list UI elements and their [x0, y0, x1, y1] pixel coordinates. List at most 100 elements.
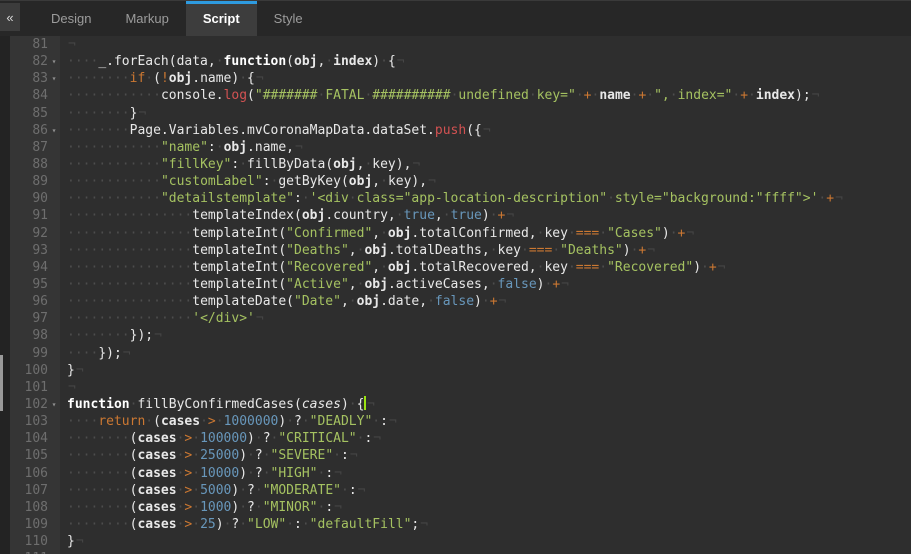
code-line[interactable]: 85········}¬ — [10, 105, 911, 122]
fold-arrow-icon[interactable]: ▾ — [48, 70, 60, 87]
fold-arrow-icon[interactable]: ▾ — [48, 53, 60, 70]
fold-spacer — [48, 345, 60, 362]
left-scrollbar-thumb[interactable] — [0, 355, 3, 411]
code-line[interactable]: 98········});¬ — [10, 327, 911, 344]
text-cursor — [364, 396, 366, 410]
line-number: 95 — [10, 276, 48, 293]
code-line[interactable]: 97················'</div>'¬ — [10, 310, 911, 327]
code-line-content: ················templateDate("Date",·obj… — [60, 293, 506, 310]
line-number: 109 — [10, 516, 48, 533]
code-line-content: ········(cases·>·10000)·?·"HIGH"·:¬ — [60, 465, 342, 482]
tab-style[interactable]: Style — [257, 1, 320, 36]
fold-spacer — [48, 139, 60, 156]
code-line-content: ················templateInt("Recovered",… — [60, 259, 726, 276]
code-line[interactable]: 106········(cases·>·10000)·?·"HIGH"·:¬ — [10, 465, 911, 482]
tab-script[interactable]: Script — [186, 1, 257, 36]
collapse-panel-button[interactable]: « — [0, 3, 20, 31]
code-line[interactable]: 96················templateDate("Date",·o… — [10, 293, 911, 310]
code-line[interactable]: 88············"fillKey":·fillByData(obj,… — [10, 156, 911, 173]
end-of-line-mark: ¬ — [506, 208, 514, 223]
code-line-content: ············"customLabel":·getByKey(obj,… — [60, 173, 436, 190]
line-number: 108 — [10, 499, 48, 516]
line-number: 90 — [10, 190, 48, 207]
code-line-content: ····_.forEach(data,·function(obj,·index)… — [60, 53, 405, 70]
code-line[interactable]: 102▾function·fillByConfirmedCases(cases)… — [10, 396, 911, 413]
code-line[interactable]: 101 ¬ — [10, 379, 911, 396]
code-line-content: ¬ — [60, 550, 76, 554]
end-of-line-mark: ¬ — [397, 54, 405, 69]
end-of-line-mark: ¬ — [647, 243, 655, 258]
line-number: 88 — [10, 156, 48, 173]
code-line[interactable]: 108········(cases·>·1000)·?·"MINOR"·:¬ — [10, 499, 911, 516]
code-line-content: }¬ — [60, 362, 84, 379]
code-line[interactable]: 84············console.log("#######·FATAL… — [10, 87, 911, 104]
code-line-content: ············"detailstemplate":·'<div·cla… — [60, 190, 843, 207]
code-line[interactable]: 103····return·(cases·>·1000000)·?·"DEADL… — [10, 413, 911, 430]
code-line[interactable]: 94················templateInt("Recovered… — [10, 259, 911, 276]
end-of-line-mark: ¬ — [76, 534, 84, 549]
end-of-line-mark: ¬ — [334, 500, 342, 515]
end-of-line-mark: ¬ — [256, 311, 264, 326]
code-line-content: ····});¬ — [60, 345, 131, 362]
code-line-content: ¬ — [60, 36, 76, 53]
code-editor[interactable]: 81¬82▾····_.forEach(data,·function(obj,·… — [10, 36, 911, 554]
end-of-line-mark: ¬ — [367, 397, 375, 412]
editor-body: 81¬82▾····_.forEach(data,·function(obj,·… — [0, 36, 911, 554]
end-of-line-mark: ¬ — [256, 71, 264, 86]
code-line-content: ········if·(!obj.name)·{¬ — [60, 70, 264, 87]
code-line-content: ········(cases·>·100000)·?·"CRITICAL"·:¬ — [60, 430, 381, 447]
fold-spacer — [48, 482, 60, 499]
line-number: 85 — [10, 105, 48, 122]
fold-spacer — [48, 413, 60, 430]
fold-spacer — [48, 533, 60, 550]
code-line[interactable]: 91················templateIndex(obj.coun… — [10, 207, 911, 224]
fold-spacer — [48, 156, 60, 173]
code-line[interactable]: 107········(cases·>·5000)·?·"MODERATE"·:… — [10, 482, 911, 499]
line-number: 105 — [10, 447, 48, 464]
end-of-line-mark: ¬ — [76, 363, 84, 378]
line-number: 97 — [10, 310, 48, 327]
code-line[interactable]: 86▾········Page.Variables.mvCoronaMapDat… — [10, 122, 911, 139]
code-line[interactable]: 95 ················templateInt("Active",·… — [10, 276, 911, 293]
code-line-content: ················templateInt("Active",·ob… — [60, 276, 569, 293]
code-line-content: ············"name":·obj.name,¬ — [60, 139, 303, 156]
code-line[interactable]: 92················templateInt("Confirmed… — [10, 225, 911, 242]
fold-spacer — [48, 293, 60, 310]
fold-spacer — [48, 362, 60, 379]
code-line[interactable]: 87············"name":·obj.name,¬ — [10, 139, 911, 156]
code-line[interactable]: 111¬ — [10, 550, 911, 554]
line-number: 82 — [10, 53, 48, 70]
end-of-line-mark: ¬ — [358, 483, 366, 498]
line-number: 100 — [10, 362, 48, 379]
fold-spacer — [48, 499, 60, 516]
fold-spacer — [48, 276, 60, 293]
code-line[interactable]: 104········(cases·>·100000)·?·"CRITICAL"… — [10, 430, 911, 447]
end-of-line-mark: ¬ — [812, 88, 820, 103]
code-line[interactable]: 82▾····_.forEach(data,·function(obj,·ind… — [10, 53, 911, 70]
fold-arrow-icon[interactable]: ▾ — [48, 122, 60, 139]
line-number: 101 — [10, 379, 48, 396]
code-line[interactable]: 83▾········if·(!obj.name)·{¬ — [10, 70, 911, 87]
code-line[interactable]: 100 }¬ — [10, 362, 911, 379]
end-of-line-mark: ¬ — [334, 466, 342, 481]
code-line[interactable]: 99····});¬ — [10, 345, 911, 362]
code-line[interactable]: 93················templateInt("Deaths",·… — [10, 242, 911, 259]
fold-spacer — [48, 447, 60, 464]
code-line[interactable]: 105········(cases·>·25000)·?·"SEVERE"·:¬ — [10, 447, 911, 464]
code-line[interactable]: 90 ············"detailstemplate":·'<div·c… — [10, 190, 911, 207]
code-line[interactable]: 109········(cases·>·25)·?·"LOW"·:·"defau… — [10, 516, 911, 533]
code-line-content: ········});¬ — [60, 327, 162, 344]
line-number: 89 — [10, 173, 48, 190]
code-line-content: ········Page.Variables.mvCoronaMapData.d… — [60, 122, 491, 139]
line-number: 92 — [10, 225, 48, 242]
fold-arrow-icon[interactable]: ▾ — [48, 396, 60, 413]
code-line[interactable]: 110}¬ — [10, 533, 911, 550]
end-of-line-mark: ¬ — [295, 140, 303, 155]
code-line[interactable]: 89 ············"customLabel":·getByKey(ob… — [10, 173, 911, 190]
code-line[interactable]: 81¬ — [10, 36, 911, 53]
end-of-line-mark: ¬ — [68, 380, 76, 395]
tab-markup[interactable]: Markup — [108, 1, 185, 36]
fold-spacer — [48, 310, 60, 327]
fold-spacer — [48, 36, 60, 53]
tab-design[interactable]: Design — [34, 1, 108, 36]
